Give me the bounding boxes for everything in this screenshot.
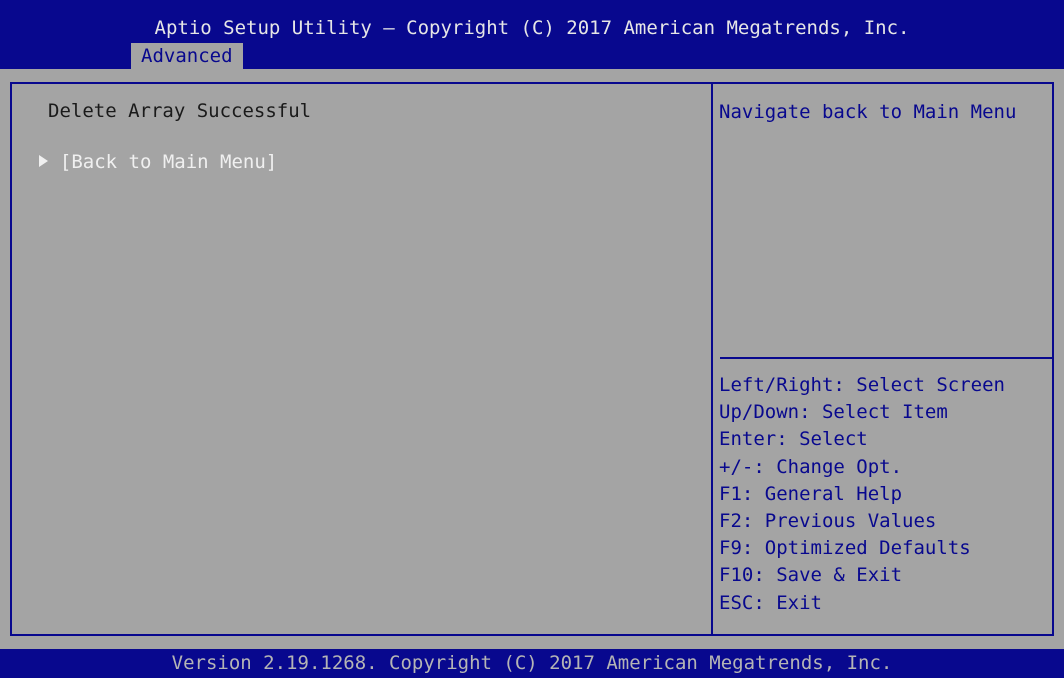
- key-legend-item: ESC: Exit: [719, 591, 822, 614]
- panel-divider-vertical: [711, 82, 713, 636]
- version-text: Version 2.19.1268. Copyright (C) 2017 Am…: [171, 652, 893, 674]
- footer-bar: Version 2.19.1268. Copyright (C) 2017 Am…: [0, 649, 1064, 678]
- item-help-text: Navigate back to Main Menu: [719, 101, 1017, 123]
- key-legend-item: Left/Right: Select Screen: [719, 374, 1005, 396]
- menu-item-label: [Back to Main Menu]: [59, 151, 278, 173]
- key-legend-item: F2: Previous Values: [719, 510, 937, 533]
- status-message: Delete Array Successful: [48, 100, 312, 122]
- key-legend-item: Up/Down: Select Item: [719, 401, 948, 424]
- key-legend: Left/Right: Select Screen Up/Down: Selec…: [719, 372, 1005, 617]
- key-legend-item: F1: General Help: [719, 482, 903, 505]
- key-legend-item: Enter: Select: [719, 428, 868, 451]
- help-divider-horizontal: [720, 357, 1052, 359]
- title-bar: Aptio Setup Utility – Copyright (C) 2017…: [0, 0, 1064, 69]
- key-legend-item: F9: Optimized Defaults: [719, 537, 971, 560]
- app-title: Aptio Setup Utility – Copyright (C) 2017…: [154, 17, 910, 39]
- key-legend-item: F10: Save & Exit: [719, 564, 903, 587]
- key-legend-item: +/-: Change Opt.: [719, 455, 903, 478]
- tab-advanced[interactable]: Advanced: [131, 43, 243, 69]
- right-triangle-icon: [38, 154, 48, 167]
- menu-item-back-to-main[interactable]: [Back to Main Menu]: [16, 126, 277, 174]
